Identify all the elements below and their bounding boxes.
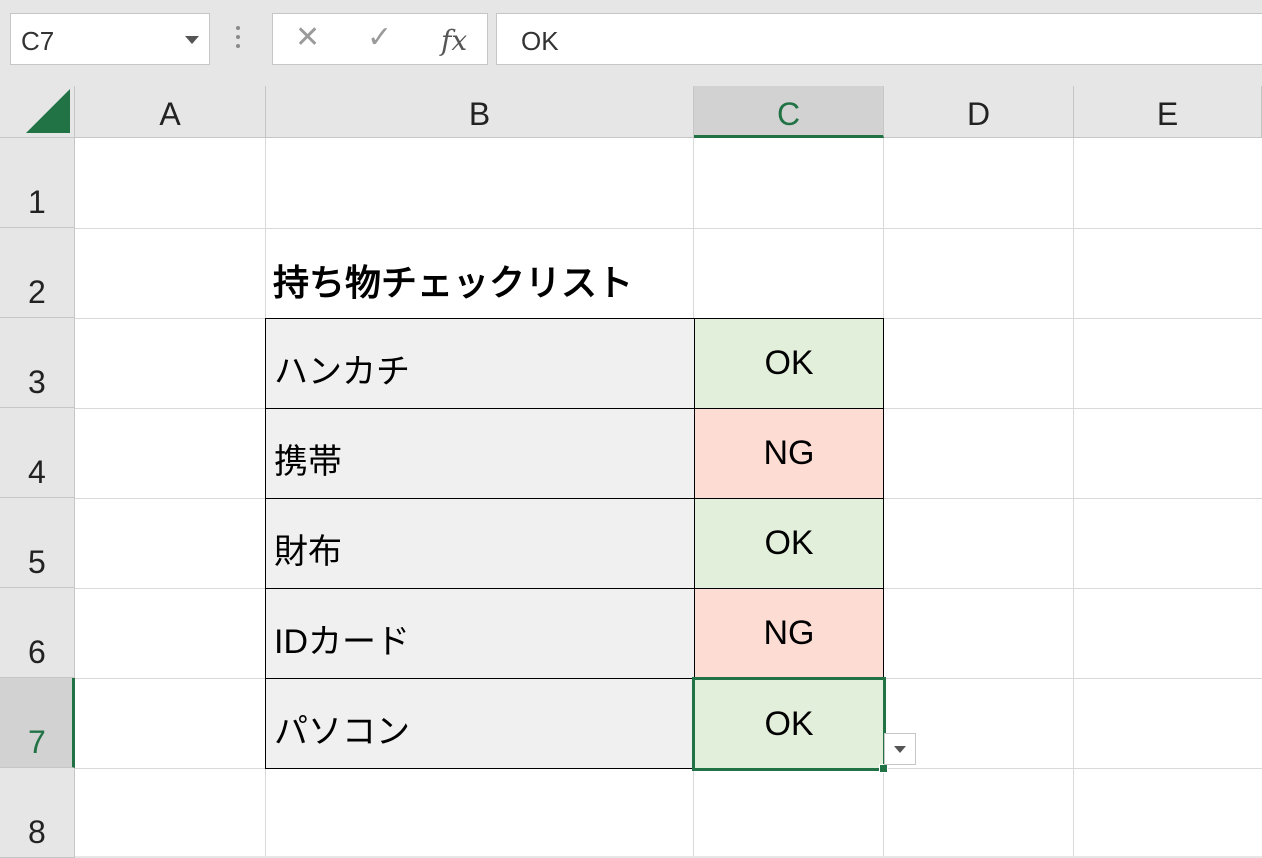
- item-name: IDカード: [274, 623, 410, 661]
- row-number: 1: [28, 184, 46, 220]
- status-cell[interactable]: OK: [694, 498, 884, 589]
- checklist-title-cell[interactable]: 持ち物チェックリスト: [273, 254, 633, 306]
- column-header-e[interactable]: E: [1074, 86, 1262, 138]
- name-box-value: C7: [21, 26, 55, 56]
- select-all-button[interactable]: [0, 86, 75, 138]
- formula-buttons: ✕ ✓ fx: [272, 13, 488, 65]
- item-name: ハンカチ: [274, 353, 410, 391]
- row-number: 2: [28, 274, 46, 310]
- status-cell[interactable]: OK: [694, 318, 884, 409]
- item-cell[interactable]: 携帯: [265, 408, 695, 499]
- item-name: パソコン: [274, 713, 410, 751]
- insert-function-icon[interactable]: fx: [441, 24, 467, 57]
- formula-content: OK: [521, 26, 559, 56]
- more-options-icon[interactable]: [236, 26, 240, 54]
- column-header-c[interactable]: C: [694, 86, 884, 138]
- row-number: 3: [28, 364, 46, 400]
- item-name: 携帯: [274, 443, 342, 481]
- row-header-7[interactable]: 7: [0, 678, 75, 768]
- item-cell[interactable]: IDカード: [265, 588, 695, 679]
- status-cell[interactable]: NG: [694, 588, 884, 679]
- list-dropdown-button[interactable]: [884, 733, 916, 765]
- row-number: 5: [28, 544, 46, 580]
- column-header-b[interactable]: B: [266, 86, 694, 138]
- row-header-4[interactable]: 4: [0, 408, 75, 498]
- status-cell[interactable]: NG: [694, 408, 884, 499]
- item-cell[interactable]: パソコン: [265, 678, 695, 769]
- row-header-6[interactable]: 6: [0, 588, 75, 678]
- row-number: 6: [28, 634, 46, 670]
- column-header-a[interactable]: A: [75, 86, 266, 138]
- cancel-icon[interactable]: ✕: [295, 20, 320, 55]
- gridline: [75, 228, 1262, 229]
- row-number: 8: [28, 814, 46, 850]
- column-header-d[interactable]: D: [884, 86, 1074, 138]
- name-box[interactable]: C7: [10, 13, 210, 65]
- row-header-3[interactable]: 3: [0, 318, 75, 408]
- chevron-down-icon[interactable]: [185, 36, 199, 44]
- row-number: 4: [28, 454, 46, 490]
- check-icon[interactable]: ✓: [367, 20, 392, 55]
- formula-input[interactable]: OK: [496, 13, 1262, 65]
- row-header-8[interactable]: 8: [0, 768, 75, 858]
- gridline: [1073, 138, 1074, 856]
- active-cell[interactable]: OK: [692, 677, 886, 771]
- item-cell[interactable]: ハンカチ: [265, 318, 695, 409]
- chevron-down-icon: [894, 746, 906, 753]
- spreadsheet-grid: A B C D E 1 2 3 4 5 6 7 8 持ち物チェックリスト ハンカ…: [0, 86, 1262, 858]
- item-name: 財布: [274, 533, 342, 571]
- row-header-2[interactable]: 2: [0, 228, 75, 318]
- fill-handle[interactable]: [879, 764, 888, 773]
- row-header-1[interactable]: 1: [0, 138, 75, 228]
- row-number: 7: [28, 724, 46, 760]
- item-cell[interactable]: 財布: [265, 498, 695, 589]
- row-header-5[interactable]: 5: [0, 498, 75, 588]
